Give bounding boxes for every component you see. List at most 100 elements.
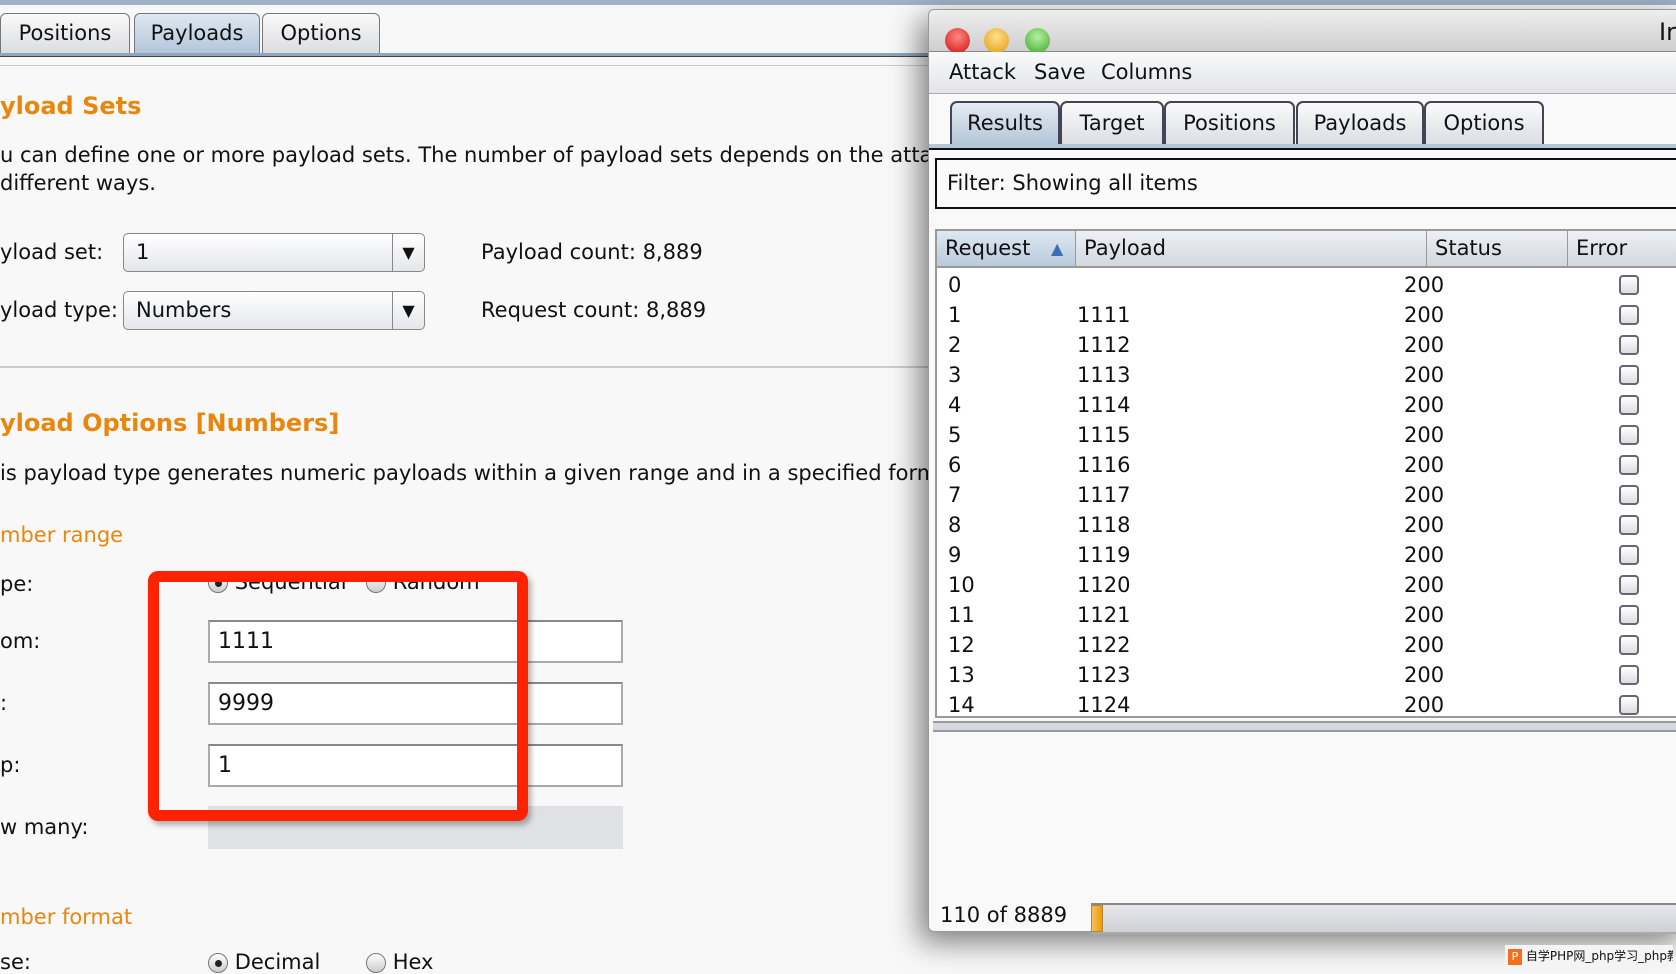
- cell-payload: 1114: [1077, 393, 1131, 417]
- payload-type-value: Numbers: [136, 298, 232, 322]
- tab-positions[interactable]: Positions: [0, 13, 130, 53]
- error-checkbox[interactable]: [1619, 575, 1639, 595]
- error-checkbox[interactable]: [1619, 665, 1639, 685]
- error-checkbox[interactable]: [1619, 275, 1639, 295]
- cell-status: 200: [1404, 573, 1445, 597]
- cell-request: 14: [948, 693, 975, 717]
- table-row[interactable]: 8 1118 200: [944, 510, 1676, 540]
- cell-request: 5: [948, 423, 962, 447]
- cell-status: 200: [1404, 453, 1445, 477]
- error-checkbox[interactable]: [1619, 635, 1639, 655]
- cell-status: 200: [1404, 363, 1445, 387]
- tab-payloads[interactable]: Payloads: [1296, 101, 1424, 144]
- cell-request: 13: [948, 663, 975, 687]
- cell-payload: 1118: [1077, 513, 1131, 537]
- payload-set-dropdown[interactable]: 1 ▼: [123, 233, 425, 272]
- column-header-payload[interactable]: Payload: [1076, 231, 1427, 268]
- menu-attack[interactable]: Attack: [949, 60, 1016, 84]
- table-row[interactable]: 13 1123 200: [944, 660, 1676, 690]
- progress-text: 110 of 8889: [940, 903, 1068, 927]
- error-checkbox[interactable]: [1619, 485, 1639, 505]
- error-checkbox[interactable]: [1619, 515, 1639, 535]
- cell-status: 200: [1404, 423, 1445, 447]
- cell-payload: 1121: [1077, 603, 1131, 627]
- window-title: Ir: [1659, 18, 1676, 46]
- payload-type-label: yload type:: [0, 298, 118, 322]
- table-row[interactable]: 4 1114 200: [944, 390, 1676, 420]
- payload-sets-heading: yload Sets: [0, 92, 142, 120]
- table-row[interactable]: 0 200: [944, 270, 1676, 300]
- chevron-down-icon: ▼: [392, 292, 424, 329]
- table-row[interactable]: 5 1115 200: [944, 420, 1676, 450]
- split-pane-divider[interactable]: [933, 721, 1676, 732]
- table-row[interactable]: 3 1113 200: [944, 360, 1676, 390]
- payload-options-heading: yload Options [Numbers]: [0, 409, 340, 437]
- cell-status: 200: [1404, 303, 1445, 327]
- header-label: Request: [945, 236, 1031, 260]
- minimize-button[interactable]: [984, 28, 1009, 53]
- error-checkbox[interactable]: [1619, 605, 1639, 625]
- progress-bar: [1091, 903, 1676, 934]
- menu-columns[interactable]: Columns: [1101, 60, 1192, 84]
- error-checkbox[interactable]: [1619, 545, 1639, 565]
- error-checkbox[interactable]: [1619, 695, 1639, 715]
- cell-status: 200: [1404, 633, 1445, 657]
- cell-request: 9: [948, 543, 962, 567]
- column-header-request[interactable]: Request ▲: [937, 231, 1076, 268]
- column-header-status[interactable]: Status: [1427, 231, 1568, 268]
- table-row[interactable]: 2 1112 200: [944, 330, 1676, 360]
- how-many-label: w many:: [0, 815, 89, 839]
- table-row[interactable]: 11 1121 200: [944, 600, 1676, 630]
- column-header-error[interactable]: Error: [1568, 231, 1676, 268]
- error-checkbox[interactable]: [1619, 455, 1639, 475]
- table-row[interactable]: 14 1124 200: [944, 690, 1676, 717]
- number-range-heading: mber range: [0, 523, 124, 547]
- tab-payloads[interactable]: Payloads: [134, 13, 260, 53]
- payload-type-dropdown[interactable]: Numbers ▼: [123, 291, 425, 330]
- tab-positions[interactable]: Positions: [1164, 101, 1295, 144]
- error-checkbox[interactable]: [1619, 395, 1639, 415]
- hex-radio[interactable]: Hex: [366, 950, 433, 974]
- table-row[interactable]: 6 1116 200: [944, 450, 1676, 480]
- table-row[interactable]: 1 1111 200: [944, 300, 1676, 330]
- cell-payload: 1116: [1077, 453, 1131, 477]
- tab-options[interactable]: Options: [1424, 101, 1544, 144]
- error-checkbox[interactable]: [1619, 365, 1639, 385]
- payload-options-description: is payload type generates numeric payloa…: [0, 461, 938, 485]
- cell-status: 200: [1404, 273, 1445, 297]
- decimal-radio[interactable]: Decimal: [208, 950, 320, 974]
- error-checkbox[interactable]: [1619, 425, 1639, 445]
- highlight-box: [148, 571, 528, 821]
- table-row[interactable]: 12 1122 200: [944, 630, 1676, 660]
- cell-payload: 1117: [1077, 483, 1131, 507]
- cell-payload: 1111: [1077, 303, 1131, 327]
- tab-target[interactable]: Target: [1060, 101, 1164, 144]
- error-checkbox[interactable]: [1619, 335, 1639, 355]
- from-label: om:: [0, 629, 41, 653]
- payload-sets-description-2: different ways.: [0, 171, 156, 195]
- cell-status: 200: [1404, 483, 1445, 507]
- progress-fill: [1091, 905, 1103, 932]
- cell-payload: 1115: [1077, 423, 1131, 447]
- zoom-button[interactable]: [1025, 28, 1050, 53]
- step-label: p:: [0, 753, 21, 777]
- close-button[interactable]: [945, 28, 970, 53]
- error-checkbox[interactable]: [1619, 305, 1639, 325]
- table-row[interactable]: 7 1117 200: [944, 480, 1676, 510]
- tab-results[interactable]: Results: [950, 101, 1060, 144]
- results-table: Request ▲ Payload Status Error 0 200 1 1111 2…: [935, 229, 1676, 718]
- tab-options[interactable]: Options: [262, 13, 380, 53]
- menu-save[interactable]: Save: [1034, 60, 1086, 84]
- cell-payload: 1123: [1077, 663, 1131, 687]
- chevron-down-icon: ▼: [392, 234, 424, 271]
- cell-payload: 1113: [1077, 363, 1131, 387]
- cell-payload: 1112: [1077, 333, 1131, 357]
- radio-icon: [366, 953, 386, 973]
- payload-set-label: yload set:: [0, 240, 104, 264]
- filter-bar[interactable]: Filter: Showing all items: [935, 158, 1676, 209]
- cell-status: 200: [1404, 693, 1445, 717]
- table-row[interactable]: 9 1119 200: [944, 540, 1676, 570]
- table-row[interactable]: 10 1120 200: [944, 570, 1676, 600]
- cell-payload: 1122: [1077, 633, 1131, 657]
- cell-status: 200: [1404, 333, 1445, 357]
